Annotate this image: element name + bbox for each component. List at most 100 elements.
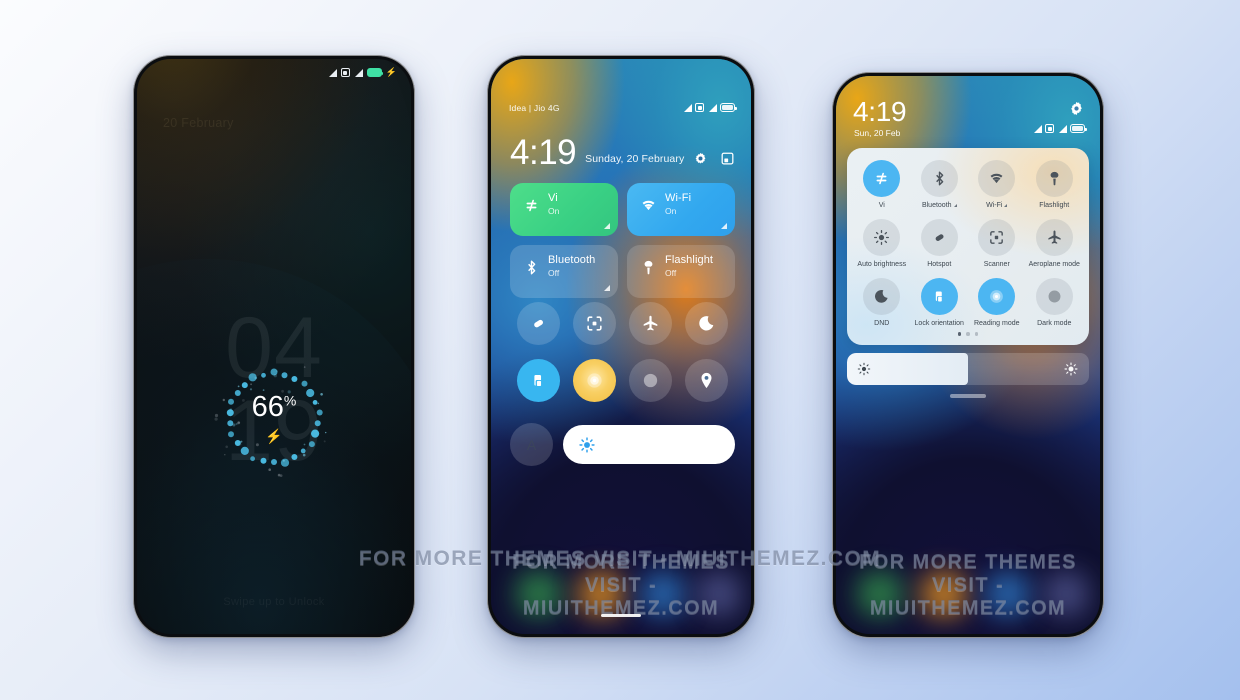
qs-tile-button[interactable] [1036,278,1073,315]
phone3-screen[interactable]: 4:19 Sun, 20 Feb Vi Bluetooth Wi-Fi Flashli… [836,76,1100,634]
qs-tile-button[interactable] [978,219,1015,256]
reading-mode-icon [988,288,1005,305]
signal-icon [683,104,692,112]
qs-tile-label: Hotspot [927,261,951,268]
qs-tile-vi[interactable]: Vi [853,160,911,209]
round-tile-location[interactable] [685,359,728,402]
qs-tile-auto-brightness[interactable]: Auto brightness [853,219,911,268]
flashlight-icon [640,259,657,276]
signal-icon [1058,125,1067,133]
round-tile-aeroplane-mode[interactable] [629,302,672,345]
qs-tile-lock-orientation[interactable]: Lock orientation [911,278,969,327]
signal-icon [708,104,717,112]
round-tile-hotspot[interactable] [517,302,560,345]
home-indicator[interactable] [950,394,986,398]
qs-tile-button[interactable] [863,160,900,197]
sim-icon [695,103,704,112]
brightness-slider[interactable] [563,425,735,464]
signal-icon [1033,125,1042,133]
settings-gear-icon[interactable] [693,151,708,166]
edit-tiles-icon[interactable] [720,151,735,166]
brightness-row: A [510,423,735,466]
page-dot[interactable] [966,332,970,336]
header-actions [693,151,735,166]
bluetooth-icon [523,259,540,276]
qs-tile-label: Lock orientation [915,320,964,327]
wifi-icon [640,197,657,214]
qs-tile-button[interactable] [1036,160,1073,197]
dnd-moon-icon [697,314,716,333]
settings-gear-icon[interactable] [1068,100,1085,117]
qs-tile-bluetooth[interactable]: Bluetooth [911,160,969,209]
brightness-slider[interactable] [847,353,1089,385]
round-tile-dnd-moon[interactable] [685,302,728,345]
vi-icon [523,197,540,214]
tile-wi-fi[interactable]: Wi-Fi On [627,183,735,236]
clock-date: Sun, 20 Feb [854,128,900,138]
dark-mode-icon [1046,288,1063,305]
qs-tile-button[interactable] [863,278,900,315]
auto-brightness-button[interactable]: A [510,423,553,466]
qs-tile-label: Aeroplane mode [1029,261,1080,268]
round-tile-dark-mode[interactable] [629,359,672,402]
quick-settings-grid: Vi Bluetooth Wi-Fi Flashlight Auto brightnes… [853,160,1083,327]
round-tile-scanner[interactable] [573,302,616,345]
signal-icon [354,69,363,77]
qs-tile-button[interactable] [978,160,1015,197]
sim-icon [341,68,350,77]
qs-tile-dnd[interactable]: DND [853,278,911,327]
tile-state: Off [548,268,618,278]
brightness-low-icon [857,362,871,376]
battery-icon [1070,124,1085,133]
qs-tile-label: Scanner [984,261,1010,268]
tile-vi[interactable]: Vi On [510,183,618,236]
page-dot[interactable] [958,332,962,336]
dock-blurred-icons [836,516,1100,634]
qs-tile-scanner[interactable]: Scanner [968,219,1026,268]
tile-expand-icon[interactable] [604,285,610,291]
tile-expand-icon[interactable] [604,223,610,229]
statusbar: ⚡ [328,68,397,77]
qs-tile-button[interactable] [921,219,958,256]
battery-percent: 66% [252,393,297,422]
qs-tile-button[interactable] [1036,219,1073,256]
tile-label: Bluetooth [548,254,618,266]
clock-time: 4:19 [510,137,576,169]
qs-tile-wi-fi[interactable]: Wi-Fi [968,160,1026,209]
qs-tile-button[interactable] [863,219,900,256]
lock-orientation-icon [529,371,548,390]
qs-tile-button[interactable] [921,160,958,197]
statusbar [683,103,736,112]
battery-ring: 66% ⚡ [211,355,337,481]
swipe-hint: Swipe up to Unlock [137,596,411,608]
qs-tile-aeroplane-mode[interactable]: Aeroplane mode [1026,219,1084,268]
tile-flashlight[interactable]: Flashlight Off [627,245,735,298]
qs-tile-reading-mode[interactable]: Reading mode [968,278,1026,327]
statusbar [1033,124,1086,133]
home-indicator[interactable] [601,614,641,618]
tile-expand-icon[interactable] [721,223,727,229]
clock-time: 4:19 [853,98,906,126]
qs-tile-button[interactable] [978,278,1015,315]
battery-icon [367,68,382,77]
charging-bolt-icon: ⚡ [265,429,282,443]
round-tile-lock-orientation[interactable] [517,359,560,402]
tile-label: Flashlight [665,254,735,266]
hotspot-icon [529,314,548,333]
lockscreen-date: 20 February [163,116,234,130]
brightness-high-icon [1064,362,1078,376]
page-dot[interactable] [975,332,979,336]
tile-label: Wi-Fi [665,192,735,204]
tile-state: Off [665,268,735,278]
round-tile-reading-mode[interactable] [573,359,616,402]
phone2-screen[interactable]: Idea | Jio 4G 4:19 Sunday, 20 February V… [491,59,751,634]
qs-tile-dark-mode[interactable]: Dark mode [1026,278,1084,327]
tile-bluetooth[interactable]: Bluetooth Off [510,245,618,298]
qs-tile-hotspot[interactable]: Hotspot [911,219,969,268]
phone1-screen[interactable]: ⚡ 20 February 04 19 66% ⚡ Swipe up to Un… [137,59,411,634]
qs-tile-flashlight[interactable]: Flashlight [1026,160,1084,209]
dark-mode-icon [641,371,660,390]
qs-tile-button[interactable] [921,278,958,315]
signal-icon [328,69,337,77]
scanner-icon [988,229,1005,246]
